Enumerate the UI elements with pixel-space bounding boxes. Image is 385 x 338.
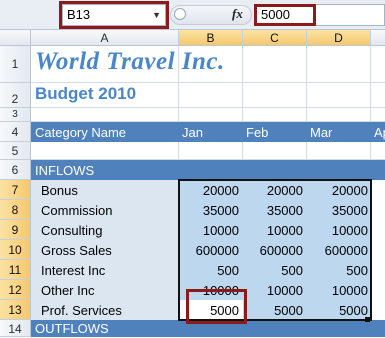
- column-header-e[interactable]: [371, 30, 385, 46]
- inflows-label: INFLOWS: [35, 163, 95, 178]
- category-cell[interactable]: Consulting: [41, 223, 102, 238]
- row-header-2[interactable]: 2: [0, 83, 31, 108]
- column-header-c[interactable]: C: [243, 30, 307, 46]
- row-header-4[interactable]: 4: [0, 122, 31, 142]
- expand-icon[interactable]: [174, 8, 186, 20]
- row-header-12[interactable]: 12: [0, 280, 31, 300]
- category-cell[interactable]: Interest Inc: [41, 263, 105, 278]
- row-header-1[interactable]: 1: [0, 46, 31, 83]
- row-header-5[interactable]: 5: [0, 142, 31, 160]
- header-category: Category Name: [35, 125, 127, 140]
- row-header-14[interactable]: 14: [0, 320, 31, 337]
- header-feb: Feb: [246, 125, 269, 140]
- column-header-d[interactable]: D: [307, 30, 371, 46]
- gridline: [31, 82, 385, 83]
- row-header-3[interactable]: 3: [0, 108, 31, 122]
- fill-handle[interactable]: [365, 317, 370, 322]
- row-header-10[interactable]: 10: [0, 240, 31, 260]
- row-header-8[interactable]: 8: [0, 200, 31, 220]
- row-header-9[interactable]: 9: [0, 220, 31, 240]
- category-cell[interactable]: Other Inc: [41, 283, 94, 298]
- active-cell-highlight: [186, 289, 247, 324]
- row-header-7[interactable]: 7: [0, 180, 31, 200]
- formula-input-rest[interactable]: [316, 4, 385, 26]
- formula-value: 5000: [261, 7, 290, 22]
- formula-input[interactable]: 5000: [254, 4, 316, 26]
- category-cell[interactable]: Commission: [41, 203, 113, 218]
- column-header-b[interactable]: B: [179, 30, 243, 46]
- header-apr: Ap: [374, 125, 385, 140]
- sheet-title: World Travel Inc.: [35, 48, 225, 75]
- category-cell[interactable]: Bonus: [41, 183, 78, 198]
- select-all-corner[interactable]: [0, 30, 31, 46]
- category-cell[interactable]: Gross Sales: [41, 243, 112, 258]
- category-cell[interactable]: Prof. Services: [41, 303, 122, 318]
- row-header-6[interactable]: 6: [0, 160, 31, 180]
- gridline: [31, 107, 385, 108]
- header-mar: Mar: [310, 125, 333, 140]
- row-header-11[interactable]: 11: [0, 260, 31, 280]
- row-header-13[interactable]: 13: [0, 300, 31, 320]
- name-box-highlight: [59, 1, 169, 29]
- column-header-a[interactable]: A: [31, 30, 179, 46]
- sheet-subtitle: Budget 2010: [35, 84, 137, 103]
- header-jan: Jan: [182, 125, 203, 140]
- insert-function-icon[interactable]: fx: [232, 6, 243, 22]
- outflows-label: OUTFLOWS: [35, 321, 109, 336]
